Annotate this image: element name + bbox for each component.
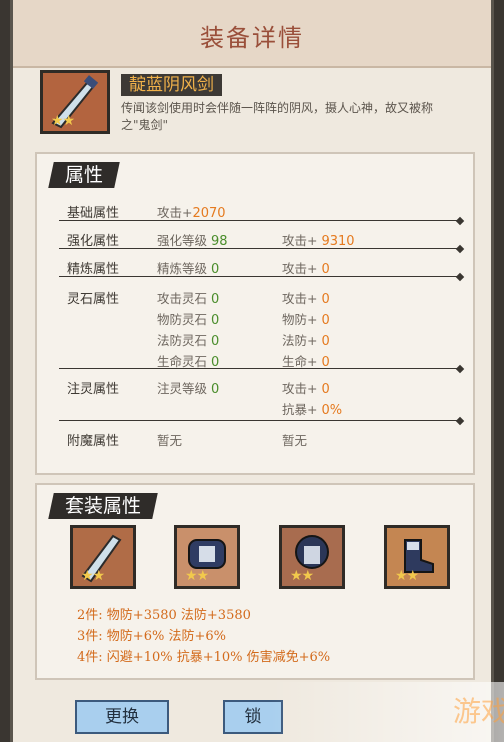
item-description: 传闻该剑使用时会伴随一阵阵的阴风，摄人心神，故又被称之"鬼剑" [121, 101, 434, 132]
refine-level: 精炼等级 0 [157, 261, 220, 277]
spirit-stone-left-1: 物防灵石 0 [157, 312, 220, 328]
set-item-boots[interactable]: ★★ [384, 525, 450, 589]
set-item-stars: ★★ [185, 568, 209, 584]
enhance-attribute-label: 强化属性 [67, 234, 120, 249]
spirit-stone-right-1: 物防+ 0 [282, 312, 330, 328]
watermark: 游戏 [271, 682, 504, 742]
divider [59, 248, 459, 249]
enchant-right-value: 暂无 [282, 433, 308, 448]
set-item-stars: ★★ [290, 568, 314, 584]
window-title: 装备详情 [200, 24, 304, 52]
set-item-helmet-armor[interactable]: ★★ [279, 525, 345, 589]
divider [59, 368, 459, 369]
spirit-stone-right-2: 法防+ 0 [282, 333, 330, 349]
spirit-stone-right-0: 攻击+ 0 [282, 291, 330, 307]
refine-attack: 攻击+ 0 [282, 261, 330, 277]
attributes-heading: 属性 [48, 162, 120, 188]
refine-attribute-label: 精炼属性 [67, 262, 120, 277]
set-item-stars: ★★ [395, 568, 419, 584]
item-sword-icon[interactable]: ★★ [40, 70, 110, 134]
enhance-level: 强化等级 98 [157, 233, 228, 249]
infuse-attack: 攻击+ 0 [282, 381, 330, 397]
set-item-armor[interactable]: ★★ [174, 525, 240, 589]
base-attack-text: 攻击+2070 [157, 205, 226, 221]
set-item-sword[interactable]: ★★ [70, 525, 136, 589]
enchant-attribute-label: 附魔属性 [67, 434, 120, 449]
enchant-left-value: 暂无 [157, 433, 183, 448]
base-attribute-label: 基础属性 [67, 206, 120, 221]
infuse-attribute-label: 注灵属性 [67, 382, 120, 397]
enhance-attack: 攻击+ 9310 [282, 233, 355, 249]
set-item-stars: ★★ [81, 568, 105, 584]
infuse-level: 注灵等级 0 [157, 381, 220, 397]
set-attributes-heading: 套装属性 [48, 493, 158, 519]
infuse-crit: 抗暴+ 0% [282, 402, 343, 418]
item-stars: ★★ [51, 113, 75, 129]
spirit-stone-label: 灵石属性 [67, 292, 120, 307]
swap-button[interactable]: 更换 [75, 700, 169, 734]
attributes-panel: 属性 基础属性 攻击+2070 强化属性 强化等级 98 攻击+ 9310 精炼… [35, 152, 475, 475]
divider [59, 420, 459, 421]
divider [59, 220, 459, 221]
spirit-stone-left-0: 攻击灵石 0 [157, 291, 220, 307]
set-bonus-3: 3件: 物防+6% 法防+6% [77, 629, 226, 644]
title-bar: 装备详情 [13, 0, 491, 68]
set-bonus-2: 2件: 物防+3580 法防+3580 [77, 608, 251, 623]
divider [59, 276, 459, 277]
item-name: 靛蓝阴风剑 [121, 74, 222, 96]
spirit-stone-left-2: 法防灵石 0 [157, 333, 220, 349]
set-bonus-4: 4件: 闪避+10% 抗暴+10% 伤害减免+6% [77, 650, 331, 665]
equipment-detail-window: 装备详情 ★★ 靛蓝阴风剑 传闻该剑使用时会伴随一阵阵的阴风，摄人心神，故又被称… [10, 0, 504, 742]
